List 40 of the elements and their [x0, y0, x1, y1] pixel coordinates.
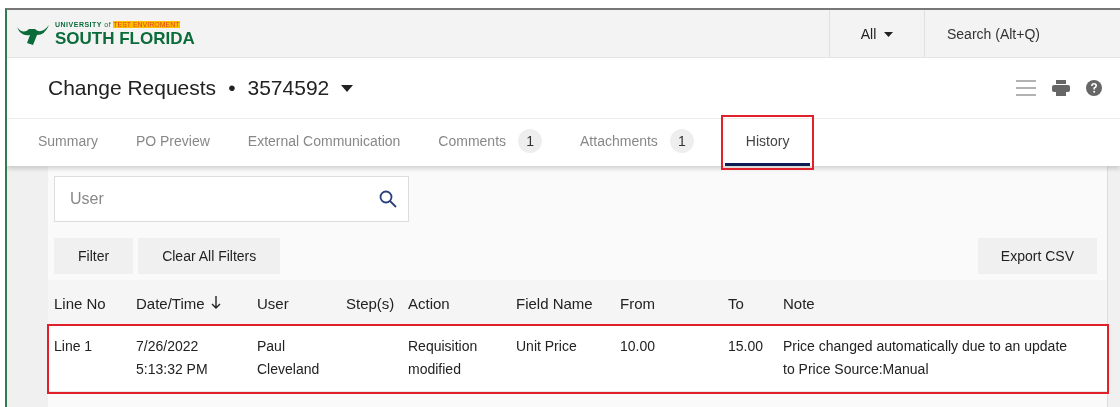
column-header: Field Name [516, 294, 593, 312]
table-cell-text: 15.00 [728, 337, 765, 356]
scope-dropdown[interactable]: All [829, 10, 925, 57]
sort-arrow-icon[interactable] [210, 295, 221, 309]
column-header: User [257, 294, 289, 312]
export-button[interactable]: Export CSV [977, 238, 1097, 274]
caret-icon [884, 32, 894, 38]
global-search-field[interactable]: Search (Alt+Q) [925, 24, 1119, 43]
tab[interactable]: Attachments 1 [561, 119, 713, 166]
column-header: Action [408, 294, 450, 312]
tab[interactable]: Comments 1 [419, 119, 562, 166]
help-icon[interactable] [1086, 80, 1102, 96]
title-separator: • [228, 76, 236, 100]
column-header: To [728, 294, 744, 312]
filter-button[interactable]: Clear All Filters [138, 238, 281, 274]
table-cell-text: Price changed automatically due to an update to Price Source:Manual [783, 337, 1069, 379]
request-number: 3574592 [247, 76, 330, 100]
table-cell-text: 10.00 [620, 337, 657, 356]
column-header: Note [783, 294, 815, 312]
printer-icon[interactable] [1052, 80, 1070, 96]
table-cell-text: Unit Price [516, 337, 578, 356]
search-icon[interactable] [379, 190, 397, 208]
column-header[interactable]: Date/Time [136, 294, 205, 312]
table-cell-text: Paul Cleveland [257, 337, 321, 379]
page-title: Change Requests [48, 76, 217, 100]
tab[interactable]: Summary [19, 119, 117, 166]
column-header: Step(s) [346, 294, 395, 312]
table-cell-text: Requisition modified [408, 337, 479, 379]
count-badge: 1 [669, 129, 694, 153]
column-header: From [620, 294, 655, 312]
column-header: Line No [54, 294, 106, 312]
table-cell-text: Line 1 [54, 337, 94, 356]
user-search-field[interactable]: User [54, 176, 409, 222]
logo-name: SOUTH FLORIDA [55, 29, 195, 48]
table-cell-text: 7/26/2022 5:13:32 PM [136, 337, 209, 379]
tab[interactable]: PO Preview [116, 119, 229, 166]
count-badge: 1 [518, 129, 543, 153]
caret-icon[interactable] [341, 84, 354, 92]
tab[interactable]: External Communication [228, 119, 420, 166]
filter-button[interactable]: Filter [54, 238, 134, 274]
